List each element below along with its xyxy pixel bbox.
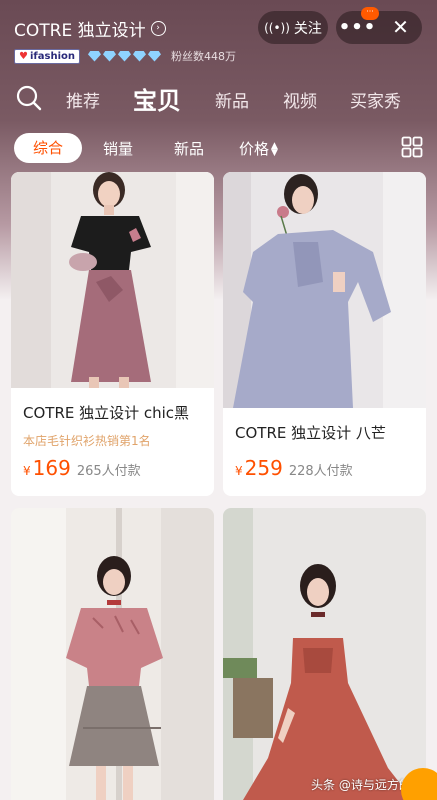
search-icon[interactable] [16,85,42,111]
grid-view-icon[interactable] [401,136,423,158]
mini-program-capsule: ••• ✕ [336,11,422,44]
shop-header: COTRE 独立设计 › ♥ ifashion 粉丝数448万 ((•)) 关注… [0,0,437,120]
shop-badges: ♥ ifashion 粉丝数448万 [14,48,236,64]
tab-new[interactable]: 新品 [215,87,249,112]
diamond-rating [87,50,163,62]
currency-symbol: ¥ [23,464,31,478]
tab-buyer-show[interactable]: 买家秀 [350,87,401,112]
filter-sales[interactable]: 销量 [103,138,133,159]
product-title[interactable]: COTRE 独立设计 chic黑 [23,402,211,423]
product-price-row: ¥ 169 265人付款 [23,456,141,480]
diamond-icon [132,50,146,62]
shop-title-row[interactable]: COTRE 独立设计 › [14,16,166,41]
product-image[interactable] [11,172,214,388]
product-image[interactable] [223,508,426,800]
product-image[interactable] [223,172,426,408]
currency-symbol: ¥ [235,464,243,478]
follow-label: 关注 [293,20,322,37]
sold-count: 265人付款 [76,464,141,479]
filter-bar: 综合 销量 新品 价格 ▲ ▼ [0,130,437,164]
sold-count: 228人付款 [288,464,353,479]
product-price: 259 [244,456,283,480]
product-subtitle: 本店毛针织衫热销第1名 [23,434,151,448]
diamond-icon [147,50,161,62]
tab-video[interactable]: 视频 [283,87,317,112]
diamond-icon [102,50,116,62]
notification-dot: ··· [361,7,379,20]
fans-count: 粉丝数448万 [170,50,236,63]
product-card[interactable]: COTRE 独立设计 八芒 ¥ 259 228人付款 [223,172,426,496]
tab-products[interactable]: 宝贝 [133,81,181,116]
broadcast-icon: ((•)) [264,20,290,35]
close-button[interactable]: ✕ [379,11,422,44]
sort-arrows-icon: ▲ ▼ [271,140,278,158]
diamond-icon [117,50,131,62]
product-card[interactable] [223,508,426,800]
heart-icon: ♥ [19,50,28,62]
shop-name[interactable]: COTRE 独立设计 [14,16,146,41]
filter-price-label: 价格 [239,140,270,158]
ifashion-badge: ♥ ifashion [14,48,80,64]
product-card[interactable]: COTRE 独立设计 chic黑 本店毛针织衫热销第1名 ¥ 169 265人付… [11,172,214,496]
product-price-row: ¥ 259 228人付款 [235,456,353,480]
filter-price[interactable]: 价格 ▲ ▼ [239,138,278,159]
chevron-right-icon[interactable]: › [150,21,166,36]
product-card[interactable] [11,508,214,800]
shop-nav: 推荐 宝贝 新品 视频 买家秀 [0,78,437,118]
diamond-icon [87,50,101,62]
filter-new[interactable]: 新品 [174,138,204,159]
product-price: 169 [32,456,71,480]
tab-recommend[interactable]: 推荐 [66,87,100,112]
filter-comprehensive[interactable]: 综合 [14,133,82,163]
ifashion-label: ifashion [29,50,75,62]
follow-button[interactable]: ((•)) 关注 [258,11,328,44]
product-image[interactable] [11,508,214,800]
product-title[interactable]: COTRE 独立设计 八芒 [235,422,423,443]
